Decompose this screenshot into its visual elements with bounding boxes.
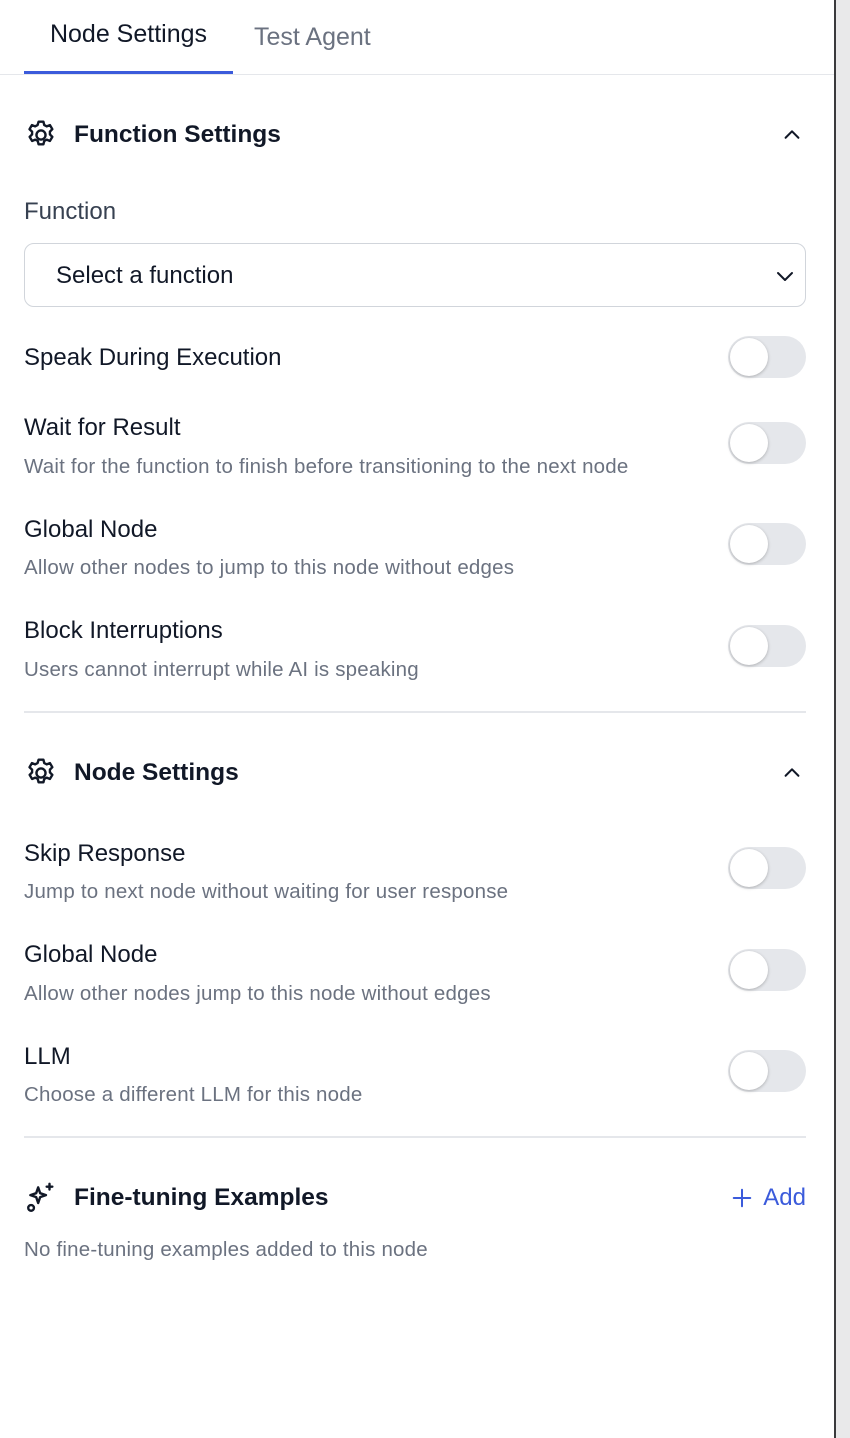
- fine-tuning-header: Fine-tuning Examples: [24, 1178, 806, 1218]
- llm-title: LLM: [24, 1043, 71, 1070]
- llm-description: Choose a different LLM for this node: [24, 1083, 363, 1106]
- function-select[interactable]: Select a function: [24, 243, 806, 307]
- block-interruptions-title: Block Interruptions: [24, 617, 223, 644]
- global-node-title: Global Node: [24, 516, 158, 543]
- speak-during-execution-toggle[interactable]: [728, 336, 806, 378]
- fine-tuning-title: Fine-tuning Examples: [74, 1184, 329, 1211]
- wait-for-result-title: Wait for Result: [24, 414, 181, 441]
- sparkles-icon: [24, 1181, 58, 1215]
- tab-test-agent-label: Test Agent: [254, 23, 371, 51]
- tab-node-settings-label: Node Settings: [49, 20, 208, 48]
- function-settings-title: Function Settings: [74, 121, 281, 148]
- chevron-up-icon[interactable]: [778, 759, 806, 787]
- global-node-toggle[interactable]: [728, 523, 806, 565]
- chevron-up-icon[interactable]: [778, 121, 806, 149]
- tab-node-settings[interactable]: Node Settings: [24, 0, 233, 74]
- fine-tuning-empty-text: No fine-tuning examples added to this no…: [24, 1238, 428, 1261]
- skip-response-title: Skip Response: [24, 840, 186, 867]
- section-divider: [24, 711, 806, 713]
- toggle-knob: [730, 849, 768, 887]
- node-global-node-title: Global Node: [24, 941, 158, 968]
- plus-icon: [731, 1187, 753, 1209]
- llm-toggle[interactable]: [728, 1050, 806, 1092]
- node-settings-panel: Node Settings Test Agent Function Settin…: [0, 0, 834, 1438]
- node-settings-title: Node Settings: [74, 759, 239, 786]
- skip-response-description: Jump to next node without waiting for us…: [24, 880, 509, 903]
- toggle-knob: [730, 627, 768, 665]
- add-example-button[interactable]: Add: [731, 1180, 806, 1216]
- toggle-knob: [730, 338, 768, 376]
- toggle-knob: [730, 1052, 768, 1090]
- node-global-node-description: Allow other nodes jump to this node with…: [24, 982, 491, 1005]
- chevron-down-icon: [773, 264, 797, 288]
- active-tab-indicator: [24, 71, 233, 74]
- node-settings-header[interactable]: Node Settings: [24, 753, 806, 793]
- toggle-knob: [730, 525, 768, 563]
- node-global-node-toggle[interactable]: [728, 949, 806, 991]
- gear-icon: [24, 756, 58, 790]
- function-label: Function: [24, 198, 117, 225]
- skip-response-toggle[interactable]: [728, 847, 806, 889]
- tab-test-agent[interactable]: Test Agent: [254, 0, 371, 74]
- wait-for-result-toggle[interactable]: [728, 422, 806, 464]
- block-interruptions-toggle[interactable]: [728, 625, 806, 667]
- tab-bar: Node Settings Test Agent: [0, 0, 834, 75]
- window-edge: [834, 0, 850, 1438]
- add-example-label: Add: [763, 1184, 806, 1211]
- toggle-knob: [730, 951, 768, 989]
- wait-for-result-description: Wait for the function to finish before t…: [24, 455, 629, 478]
- function-settings-header[interactable]: Function Settings: [24, 115, 806, 155]
- block-interruptions-description: Users cannot interrupt while AI is speak…: [24, 658, 419, 681]
- speak-during-execution-title: Speak During Execution: [24, 344, 282, 371]
- global-node-description: Allow other nodes to jump to this node w…: [24, 556, 515, 579]
- section-divider: [24, 1136, 806, 1138]
- function-select-value: Select a function: [56, 262, 234, 289]
- toggle-knob: [730, 424, 768, 462]
- gear-icon: [24, 118, 58, 152]
